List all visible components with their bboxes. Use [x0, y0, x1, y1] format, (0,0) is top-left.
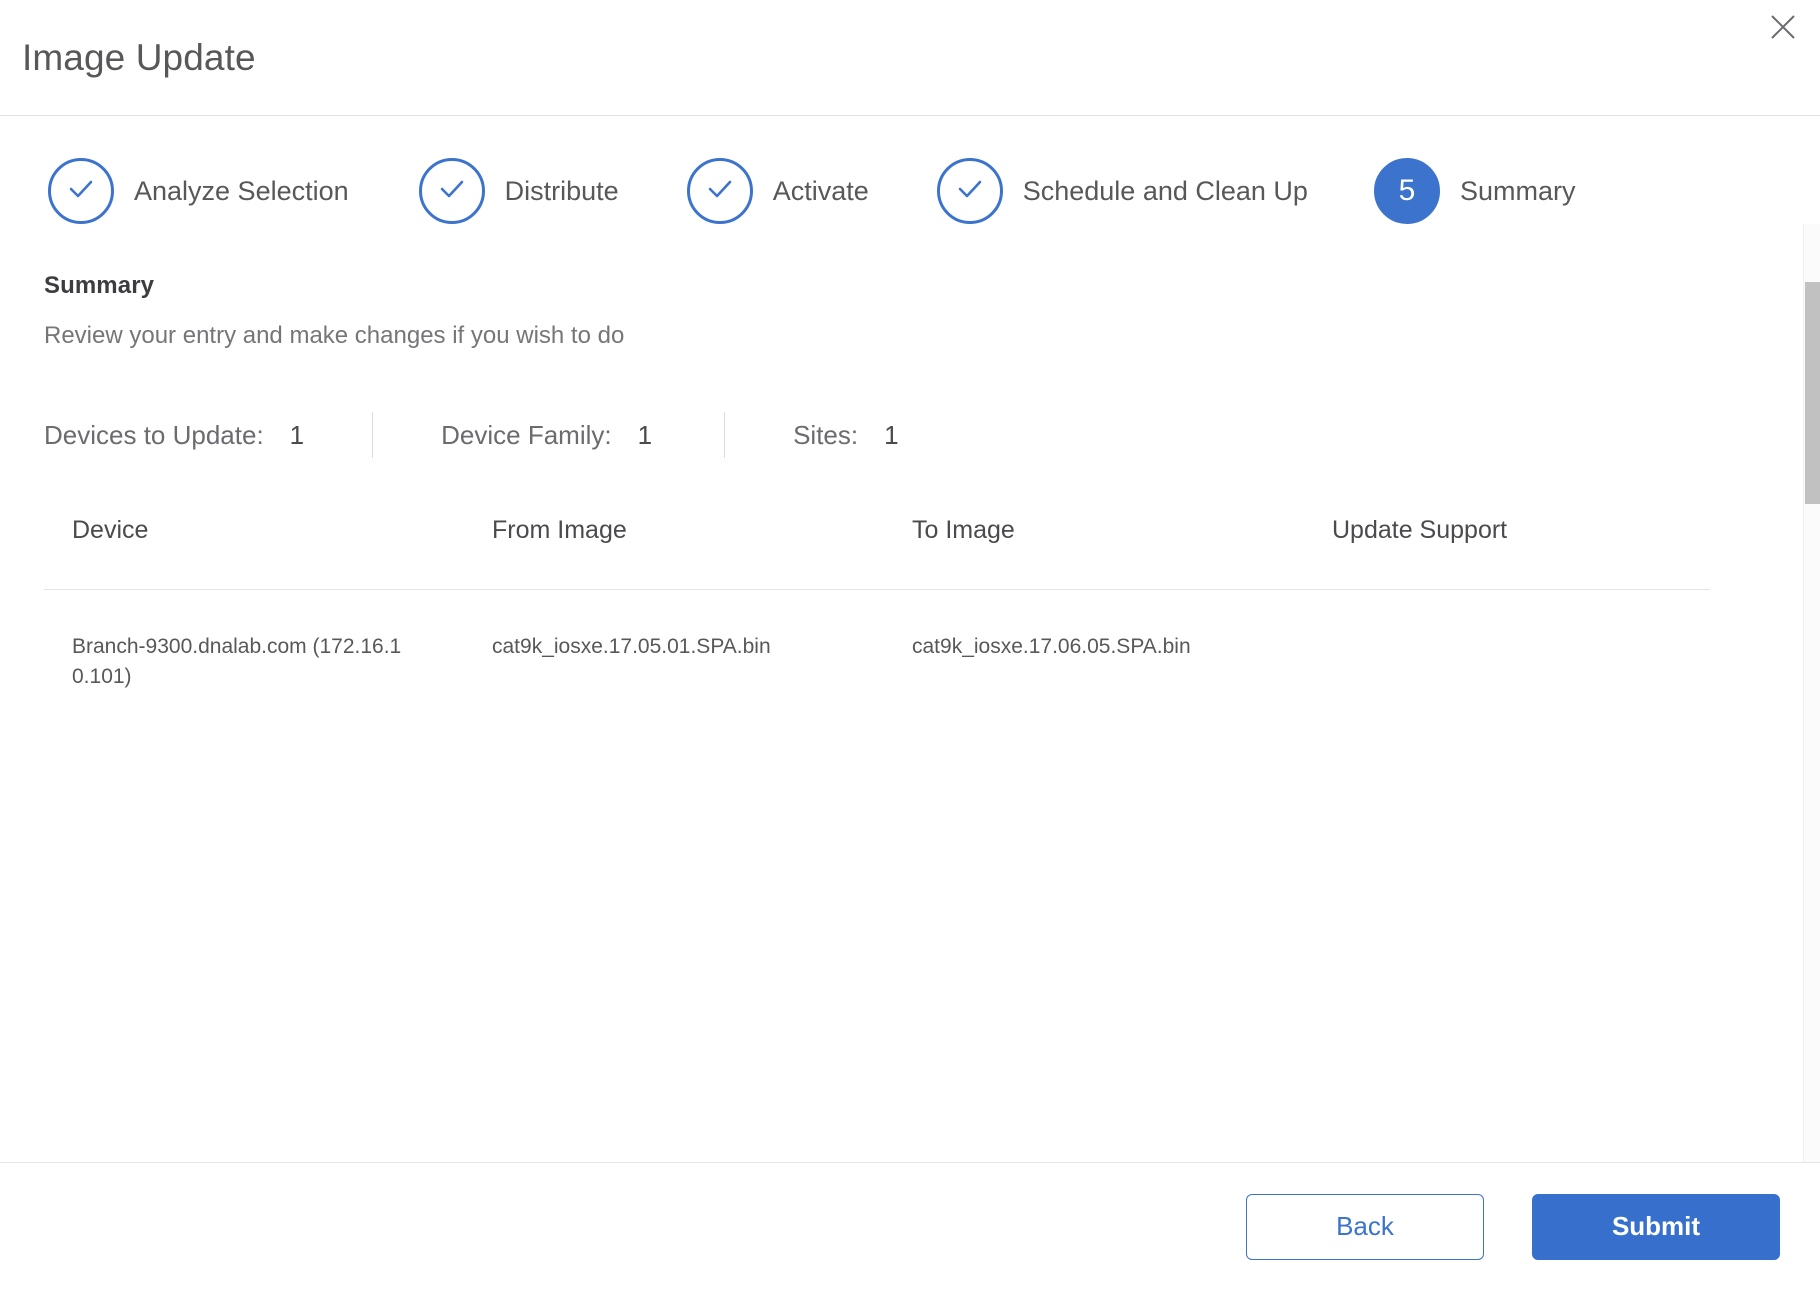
summary-table: Device From Image To Image Update Suppor… — [44, 516, 1710, 692]
cell-from-image: cat9k_iosxe.17.05.01.SPA.bin — [464, 590, 884, 692]
stat-value: 1 — [289, 419, 305, 450]
step-marker-4 — [936, 158, 1003, 224]
check-icon — [702, 171, 738, 212]
cell-update-support — [1304, 590, 1710, 692]
page-title: Image Update — [22, 37, 256, 78]
step-distribute[interactable]: Distribute — [418, 158, 619, 224]
close-icon — [1768, 12, 1798, 42]
step-marker-3 — [686, 158, 753, 224]
step-summary[interactable]: 5 Summary — [1373, 158, 1576, 224]
stat-device-family: Device Family: 1 — [441, 420, 652, 451]
step-marker-2 — [418, 158, 485, 224]
section-title: Summary — [44, 272, 155, 299]
table-row: Branch-9300.dnalab.com (172.16.10.101) c… — [44, 590, 1710, 692]
check-icon — [952, 171, 988, 212]
wizard-stepper: Analyze Selection Distribute Activate Sc… — [48, 116, 1820, 224]
column-header-to-image: To Image — [884, 516, 1304, 590]
dialog-header: Image Update — [0, 0, 1820, 116]
step-number-5: 5 — [1398, 174, 1416, 207]
scrollbar-thumb[interactable] — [1805, 282, 1820, 504]
stat-sites: Sites: 1 — [793, 420, 899, 451]
section-subtitle: Review your entry and make changes if yo… — [44, 322, 625, 349]
vertical-scrollbar[interactable] — [1803, 224, 1820, 1162]
step-label-1: Analyze Selection — [134, 175, 349, 206]
dialog-body: Summary Review your entry and make chang… — [0, 224, 1820, 1162]
stat-label: Devices to Update: — [44, 419, 264, 450]
stat-divider — [724, 412, 726, 458]
step-marker-1 — [48, 158, 114, 224]
step-label-3: Activate — [772, 175, 869, 206]
cell-from-image-value: cat9k_iosxe.17.05.01.SPA.bin — [492, 635, 771, 658]
summary-stats: Devices to Update: 1 Device Family: 1 Si… — [44, 412, 1820, 458]
table-header-row: Device From Image To Image Update Suppor… — [44, 516, 1710, 590]
step-marker-5: 5 — [1373, 158, 1440, 224]
back-button[interactable]: Back — [1246, 1193, 1484, 1260]
stat-devices-to-update: Devices to Update: 1 — [44, 420, 304, 451]
cell-to-image-value: cat9k_iosxe.17.06.05.SPA.bin — [912, 635, 1191, 658]
cell-device: Branch-9300.dnalab.com (172.16.10.101) — [44, 590, 464, 692]
step-activate[interactable]: Activate — [686, 158, 869, 224]
step-analyze-selection[interactable]: Analyze Selection — [48, 158, 349, 224]
step-label-2: Distribute — [504, 175, 619, 206]
table-header: Device From Image To Image Update Suppor… — [44, 516, 1710, 590]
check-icon — [434, 171, 470, 212]
submit-button[interactable]: Submit — [1532, 1193, 1780, 1260]
stat-label: Sites: — [793, 419, 859, 450]
column-header-update-support: Update Support — [1304, 516, 1710, 590]
check-icon — [63, 171, 99, 212]
image-update-dialog: Image Update Analyze Selection Distribut… — [0, 0, 1820, 1290]
stat-divider — [372, 412, 374, 458]
column-header-device: Device — [44, 516, 464, 590]
stat-label: Device Family: — [441, 419, 612, 450]
cell-device-value: Branch-9300.dnalab.com (172.16.10.101) — [72, 635, 402, 688]
close-button[interactable] — [1760, 4, 1806, 50]
column-header-from-image: From Image — [464, 516, 884, 590]
step-label-4: Schedule and Clean Up — [1022, 175, 1308, 206]
stat-value: 1 — [884, 419, 899, 450]
stat-value: 1 — [637, 419, 653, 450]
table-body: Branch-9300.dnalab.com (172.16.10.101) c… — [44, 590, 1710, 692]
summary-table-wrapper: Device From Image To Image Update Suppor… — [44, 516, 1710, 692]
step-schedule-and-clean-up[interactable]: Schedule and Clean Up — [936, 158, 1308, 224]
step-label-5: Summary — [1459, 175, 1576, 206]
dialog-footer: Back Submit — [0, 1162, 1820, 1290]
cell-to-image: cat9k_iosxe.17.06.05.SPA.bin — [884, 590, 1304, 692]
